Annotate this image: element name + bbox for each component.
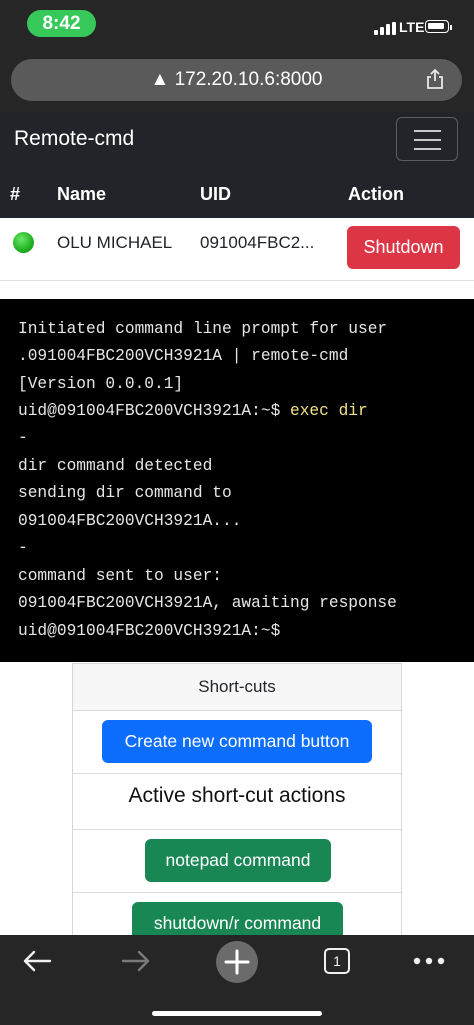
forward-icon	[121, 950, 150, 972]
hamburger-icon-bar	[414, 139, 441, 141]
terminal-prompt: uid@091004FBC200VCH3921A:~$	[18, 402, 290, 420]
online-status-icon	[13, 232, 34, 253]
browser-address-area: ▲ 172.20.10.6:8000	[0, 50, 474, 112]
signal-icon	[374, 22, 396, 35]
hamburger-icon-bar	[414, 148, 441, 150]
divider	[73, 892, 401, 893]
notepad-command-button[interactable]: notepad command	[145, 839, 331, 882]
status-time: 8:42	[27, 10, 96, 37]
terminal-prompt-line: uid@091004FBC200VCH3921A:~$ exec dir	[18, 402, 368, 420]
share-icon[interactable]	[425, 68, 445, 90]
terminal-line: 091004FBC200VCH3921A...	[18, 512, 242, 530]
divider	[73, 773, 401, 774]
hamburger-icon	[414, 130, 441, 132]
users-table-header: # Name UID Action	[0, 168, 474, 218]
battery-icon	[425, 20, 452, 33]
user-name-cell: OLU MICHAEL	[57, 233, 173, 252]
menu-toggle-button[interactable]	[396, 117, 458, 161]
app-navbar: Remote-cmd	[0, 112, 474, 168]
tabs-icon[interactable]: 1	[324, 948, 350, 974]
terminal-command: exec dir	[290, 402, 368, 420]
terminal-output: Initiated command line prompt for user .…	[0, 299, 474, 662]
terminal-line: sending dir command to	[18, 484, 232, 502]
terminal-line: uid@091004FBC200VCH3921A:~$	[18, 622, 281, 640]
user-uid-cell: 091004FBC2...	[200, 233, 315, 252]
terminal-line: 091004FBC200VCH3921A, awaiting response	[18, 594, 397, 612]
shortcuts-card: Short-cuts Create new command button Act…	[72, 663, 402, 963]
navbar-brand[interactable]: Remote-cmd	[14, 127, 134, 151]
home-indicator	[152, 1011, 322, 1016]
more-icon[interactable]	[413, 957, 445, 965]
col-header-action: Action	[348, 184, 404, 204]
terminal-line: command sent to user:	[18, 567, 222, 585]
divider	[73, 829, 401, 830]
address-bar[interactable]: ▲ 172.20.10.6:8000	[11, 59, 462, 101]
active-shortcuts-title: Active short-cut actions	[128, 784, 346, 807]
shutdown-button[interactable]: Shutdown	[347, 226, 460, 269]
terminal-line: .091004FBC200VCH3921A | remote-cmd	[18, 347, 349, 365]
terminal-line: -	[18, 539, 28, 557]
new-tab-icon[interactable]	[216, 941, 258, 983]
terminal-line: -	[18, 429, 28, 447]
col-header-index: #	[10, 184, 21, 204]
terminal-line: Initiated command line prompt for user	[18, 320, 388, 338]
status-bar: 8:42 LTE	[0, 0, 474, 50]
url-text[interactable]: ▲ 172.20.10.6:8000	[11, 69, 462, 91]
tab-count: 1	[333, 953, 341, 969]
terminal-line: dir command detected	[18, 457, 213, 475]
shortcuts-header: Short-cuts	[73, 664, 401, 711]
col-header-name: Name	[57, 184, 107, 204]
col-header-uid: UID	[200, 184, 231, 204]
back-icon[interactable]	[22, 949, 52, 973]
create-command-button[interactable]: Create new command button	[102, 720, 372, 763]
terminal-line: [Version 0.0.0.1]	[18, 375, 184, 393]
network-type: LTE	[399, 19, 425, 35]
